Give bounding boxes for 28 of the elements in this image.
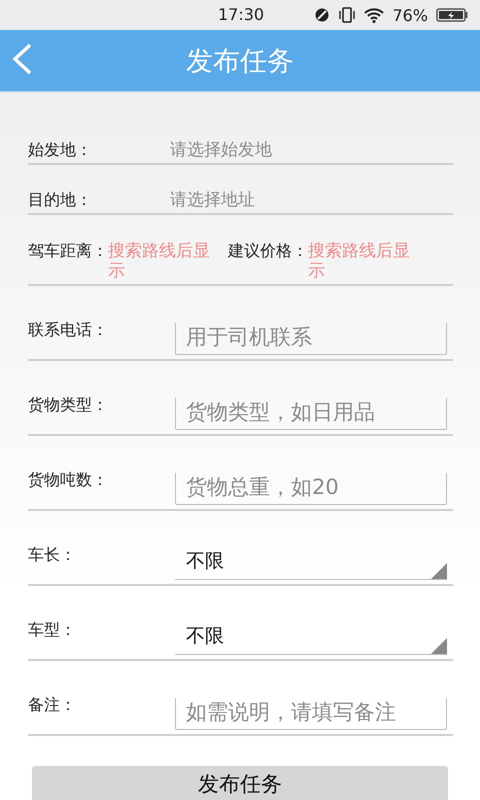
page-title: 发布任务	[186, 44, 294, 78]
field-label: 备注：	[28, 695, 77, 716]
field-label: 车长：	[28, 545, 77, 566]
battery-icon	[436, 7, 468, 23]
input-field[interactable]: 用于司机联系	[175, 323, 447, 355]
field-label: 建议价格：	[228, 241, 308, 261]
field-label: 车型：	[28, 620, 77, 641]
field-label: 货物吨数：	[28, 470, 109, 491]
dropdown-arrow-icon	[431, 563, 447, 579]
input-field[interactable]: 货物总重，如20	[175, 473, 447, 505]
dropdown-arrow-icon	[431, 638, 447, 654]
status-time: 17:30	[218, 5, 264, 24]
wifi-icon	[364, 7, 384, 23]
dropdown[interactable]: 不限	[175, 623, 447, 655]
input-field[interactable]: 货物类型，如日用品	[175, 398, 447, 430]
field-label: 始发地：	[28, 140, 93, 161]
publish-button[interactable]: 发布任务	[32, 766, 448, 800]
back-icon[interactable]	[11, 42, 33, 76]
field-label: 联系电话：	[28, 320, 109, 341]
battery-percent: 76%	[392, 6, 428, 24]
input-field[interactable]: 如需说明，请填写备注	[175, 698, 447, 730]
hint-text: 搜索路线后显示	[308, 241, 411, 281]
vibrate-icon	[338, 7, 356, 23]
dropdown[interactable]: 不限	[175, 548, 447, 580]
hint-text: 搜索路线后显示	[108, 241, 211, 281]
field-label: 驾车距离：	[28, 241, 108, 261]
field-label: 货物类型：	[28, 395, 109, 416]
field-label: 目的地：	[28, 190, 93, 211]
